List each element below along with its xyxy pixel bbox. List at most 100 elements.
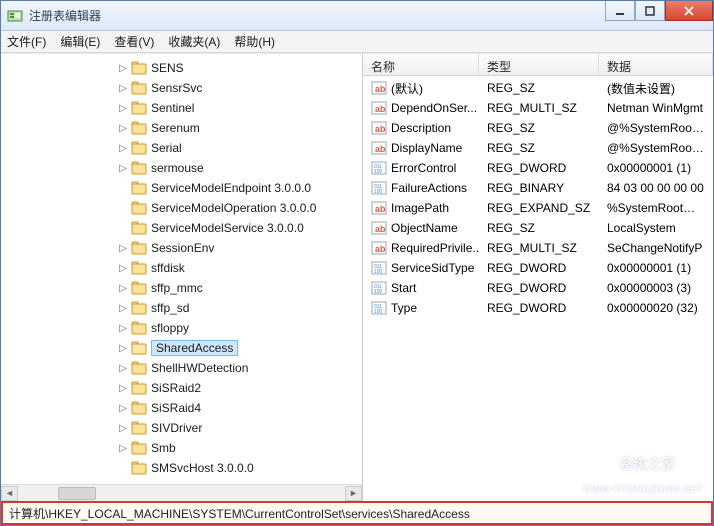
- tree-item[interactable]: ▷sffp_sd: [21, 298, 362, 318]
- tree-item[interactable]: ▷SiSRaid4: [21, 398, 362, 418]
- expand-toggle-icon[interactable]: ▷: [117, 283, 129, 294]
- value-row[interactable]: 011100ErrorControlREG_DWORD0x00000001 (1…: [363, 158, 713, 178]
- svg-text:100: 100: [374, 289, 383, 295]
- expand-toggle-icon[interactable]: ▷: [117, 143, 129, 154]
- expand-toggle-icon[interactable]: ▷: [117, 103, 129, 114]
- tree-item-label: sfloppy: [151, 321, 189, 335]
- tree-item[interactable]: ▷SENS: [21, 58, 362, 78]
- expand-toggle-icon[interactable]: ▷: [117, 443, 129, 454]
- tree-item[interactable]: ▷sermouse: [21, 158, 362, 178]
- svg-text:100: 100: [374, 189, 383, 195]
- expand-toggle-icon[interactable]: ▷: [117, 163, 129, 174]
- tree-item[interactable]: ▷SharedAccess: [21, 338, 362, 358]
- menu-favorites[interactable]: 收藏夹(A): [168, 33, 220, 50]
- expand-toggle-icon[interactable]: ▷: [117, 403, 129, 414]
- expand-toggle-icon[interactable]: ▷: [117, 63, 129, 74]
- tree-item[interactable]: ▷ SensrSvc: [21, 78, 362, 98]
- value-name: Type: [391, 301, 417, 315]
- scroll-left-arrow-icon[interactable]: ◄: [1, 486, 18, 501]
- value-type: REG_SZ: [479, 221, 599, 235]
- close-button[interactable]: [665, 1, 713, 21]
- expand-toggle-icon[interactable]: ▷: [117, 83, 129, 94]
- value-type: REG_MULTI_SZ: [479, 101, 599, 115]
- menu-view[interactable]: 查看(V): [114, 33, 154, 50]
- expand-toggle-icon[interactable]: ▷: [117, 263, 129, 274]
- tree-item[interactable]: ▷ Serenum: [21, 118, 362, 138]
- tree-item[interactable]: ▷ServiceModelOperation 3.0.0.0: [21, 198, 362, 218]
- tree-item[interactable]: ▷ServiceModelService 3.0.0.0: [21, 218, 362, 238]
- menu-file[interactable]: 文件(F): [7, 33, 46, 50]
- value-row[interactable]: abDisplayNameREG_SZ@%SystemRoot%: [363, 138, 713, 158]
- tree-pane[interactable]: ▷SENS▷SensrSvc▷Sentinel▷Serenum▷Serial▷s…: [1, 54, 363, 501]
- value-type: REG_DWORD: [479, 281, 599, 295]
- expand-toggle-icon[interactable]: ▷: [117, 303, 129, 314]
- value-row[interactable]: 011100TypeREG_DWORD0x00000020 (32): [363, 298, 713, 318]
- string-value-icon: ab: [371, 240, 387, 256]
- value-row[interactable]: abRequiredPrivile...REG_MULTI_SZSeChange…: [363, 238, 713, 258]
- tree-item[interactable]: ▷Smb: [21, 438, 362, 458]
- menu-edit[interactable]: 编辑(E): [60, 33, 100, 50]
- value-name: ImagePath: [391, 201, 449, 215]
- tree-item[interactable]: ▷SessionEnv: [21, 238, 362, 258]
- tree-item-label: Serenum: [151, 121, 200, 135]
- folder-icon: [131, 361, 147, 375]
- value-name: ObjectName: [391, 221, 458, 235]
- expand-toggle-icon[interactable]: ▷: [117, 383, 129, 394]
- value-name: ServiceSidType: [391, 261, 474, 275]
- tree-item[interactable]: ▷ sffp_mmc: [21, 278, 362, 298]
- column-header-data[interactable]: 数据: [599, 54, 713, 75]
- tree-item[interactable]: ▷ShellHWDetection: [21, 358, 362, 378]
- tree-item-label: sffp_mmc: [151, 281, 203, 295]
- menu-help[interactable]: 帮助(H): [234, 33, 275, 50]
- tree-item[interactable]: ▷SMSvcHost 3.0.0.0: [21, 458, 362, 478]
- expand-toggle-icon[interactable]: ▷: [117, 363, 129, 374]
- tree-item[interactable]: ▷ sfloppy: [21, 318, 362, 338]
- value-row[interactable]: abDependOnSer...REG_MULTI_SZNetman WinMg…: [363, 98, 713, 118]
- scroll-thumb[interactable]: [58, 487, 96, 500]
- expand-toggle-icon[interactable]: ▷: [117, 243, 129, 254]
- expand-toggle-icon[interactable]: ▷: [117, 323, 129, 334]
- values-header: 名称 类型 数据: [363, 54, 713, 76]
- value-name: DependOnSer...: [391, 101, 477, 115]
- value-row[interactable]: 011100StartREG_DWORD0x00000003 (3): [363, 278, 713, 298]
- tree-item[interactable]: ▷sffdisk: [21, 258, 362, 278]
- values-pane[interactable]: 名称 类型 数据 ab(默认)REG_SZ(数值未设置)abDependOnSe…: [363, 54, 713, 501]
- content-area: ▷SENS▷SensrSvc▷Sentinel▷Serenum▷Serial▷s…: [1, 53, 713, 501]
- value-data: Netman WinMgmt: [599, 101, 713, 115]
- tree-horizontal-scrollbar[interactable]: ◄ ►: [1, 484, 362, 501]
- tree-item[interactable]: ▷SiSRaid2: [21, 378, 362, 398]
- value-data: (数值未设置): [599, 80, 713, 97]
- expand-toggle-icon[interactable]: ▷: [117, 343, 129, 354]
- scroll-right-arrow-icon[interactable]: ►: [345, 486, 362, 501]
- string-value-icon: ab: [371, 140, 387, 156]
- window-controls: [605, 1, 713, 21]
- value-type: REG_SZ: [479, 141, 599, 155]
- minimize-button[interactable]: [605, 1, 635, 21]
- value-data: LocalSystem: [599, 221, 713, 235]
- value-row[interactable]: 011100ServiceSidTypeREG_DWORD0x00000001 …: [363, 258, 713, 278]
- tree-item[interactable]: ▷SIVDriver: [21, 418, 362, 438]
- expand-toggle-icon[interactable]: ▷: [117, 123, 129, 134]
- value-row[interactable]: ab(默认)REG_SZ(数值未设置): [363, 78, 713, 98]
- tree-item[interactable]: ▷Sentinel: [21, 98, 362, 118]
- value-row[interactable]: abDescriptionREG_SZ@%SystemRoot%: [363, 118, 713, 138]
- value-name: FailureActions: [391, 181, 467, 195]
- value-type: REG_DWORD: [479, 261, 599, 275]
- maximize-button[interactable]: [635, 1, 665, 21]
- regedit-app-icon: [7, 8, 23, 24]
- expand-toggle-icon[interactable]: ▷: [117, 423, 129, 434]
- value-row[interactable]: abObjectNameREG_SZLocalSystem: [363, 218, 713, 238]
- value-row[interactable]: abImagePathREG_EXPAND_SZ%SystemRoot%\S: [363, 198, 713, 218]
- folder-icon: [131, 421, 147, 435]
- tree-item[interactable]: ▷ServiceModelEndpoint 3.0.0.0: [21, 178, 362, 198]
- column-header-type[interactable]: 类型: [479, 54, 599, 75]
- folder-icon: [131, 81, 147, 95]
- column-header-name[interactable]: 名称: [363, 54, 479, 75]
- tree-item[interactable]: ▷Serial: [21, 138, 362, 158]
- tree-item-label: SensrSvc: [151, 81, 202, 95]
- binary-value-icon: 011100: [371, 180, 387, 196]
- folder-icon: [131, 381, 147, 395]
- folder-icon: [131, 281, 147, 295]
- scroll-track[interactable]: [18, 486, 345, 501]
- value-row[interactable]: 011100FailureActionsREG_BINARY84 03 00 0…: [363, 178, 713, 198]
